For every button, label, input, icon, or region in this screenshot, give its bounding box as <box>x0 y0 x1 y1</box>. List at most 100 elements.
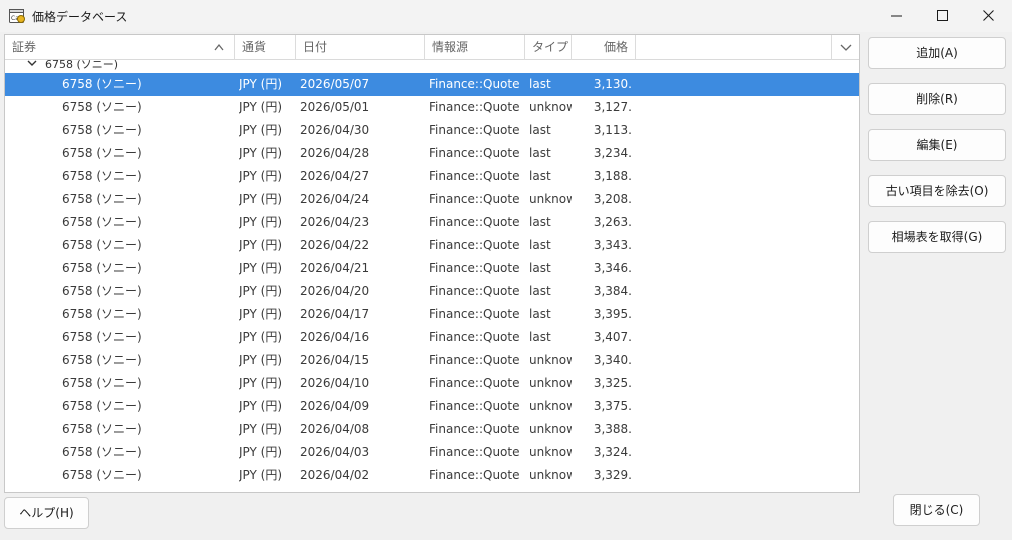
cell-source: Finance::Quote <box>429 261 520 275</box>
cell-currency: JPY (円) <box>239 468 283 482</box>
price-database-app-icon: Ca <box>9 8 25 24</box>
maximize-button[interactable] <box>920 0 966 32</box>
column-header-source[interactable]: 情報源 <box>425 35 525 60</box>
sort-ascending-icon[interactable] <box>214 43 224 51</box>
cell-security: 6758 (ソニー) <box>62 330 142 344</box>
close-window-button[interactable] <box>966 0 1012 32</box>
cell-source: Finance::Quote <box>429 123 520 137</box>
cell-source: Finance::Quote <box>429 468 520 482</box>
column-header-security[interactable]: 証券 <box>5 35 235 60</box>
cell-type: last <box>529 123 551 137</box>
table-row[interactable]: 6758 (ソニー) JPY (円) 2026/04/03 Finance::Quot… <box>5 441 859 464</box>
table-header: 証券 通貨 日付 情報源 タイプ 価格 <box>5 35 859 60</box>
cell-type: unknow <box>529 353 572 367</box>
expander-chevron-down-icon[interactable] <box>27 60 37 67</box>
table-row[interactable]: 6758 (ソニー) JPY (円) 2026/04/21 Finance::Quot… <box>5 257 859 280</box>
cell-currency: JPY (円) <box>239 238 283 252</box>
cell-currency: JPY (円) <box>239 192 283 206</box>
cell-security: 6758 (ソニー) <box>62 307 142 321</box>
title-bar: Ca 価格データベース <box>0 0 1012 32</box>
table-row[interactable]: 6758 (ソニー) JPY (円) 2026/05/01 Finance::Quot… <box>5 96 859 119</box>
get-quotes-button[interactable]: 相場表を取得(G) <box>868 221 1006 253</box>
maximize-icon <box>937 10 948 21</box>
cell-security: 6758 (ソニー) <box>62 215 142 229</box>
cell-price: 3,188. <box>593 169 632 183</box>
price-table[interactable]: 証券 通貨 日付 情報源 タイプ 価格 6758 (ソニー) 6758 (ソニー… <box>4 34 860 493</box>
cell-security: 6758 (ソニー) <box>62 146 142 160</box>
minimize-button[interactable] <box>874 0 920 32</box>
cell-date: 2026/04/10 <box>300 376 370 390</box>
table-row[interactable]: 6758 (ソニー) JPY (円) 2026/04/20 Finance::Quot… <box>5 280 859 303</box>
cell-currency: JPY (円) <box>239 215 283 229</box>
cell-date: 2026/05/01 <box>300 100 370 114</box>
add-button[interactable]: 追加(A) <box>868 37 1006 69</box>
cell-date: 2026/04/08 <box>300 422 370 436</box>
cell-source: Finance::Quote <box>429 353 520 367</box>
table-row[interactable]: 6758 (ソニー) JPY (円) 2026/04/23 Finance::Quot… <box>5 211 859 234</box>
column-header-currency[interactable]: 通貨 <box>235 35 296 60</box>
cell-source: Finance::Quote <box>429 238 520 252</box>
cell-source: Finance::Quote <box>429 169 520 183</box>
table-row[interactable]: 6758 (ソニー) JPY (円) 2026/04/02 Finance::Quot… <box>5 464 859 487</box>
cell-type: last <box>529 169 551 183</box>
table-row[interactable]: 6758 (ソニー) JPY (円) 2026/04/24 Finance::Quot… <box>5 188 859 211</box>
cell-price: 3,407. <box>593 330 632 344</box>
table-row[interactable]: 6758 (ソニー) JPY (円) 2026/04/09 Finance::Quot… <box>5 395 859 418</box>
remove-old-button[interactable]: 古い項目を除去(O) <box>868 175 1006 207</box>
cell-price: 3,127. <box>593 100 632 114</box>
cell-type: unknow <box>529 100 572 114</box>
cell-security: 6758 (ソニー) <box>62 468 142 482</box>
cell-source: Finance::Quote <box>429 422 520 436</box>
cell-currency: JPY (円) <box>239 123 283 137</box>
cell-date: 2026/04/09 <box>300 399 370 413</box>
cell-currency: JPY (円) <box>239 445 283 459</box>
chevron-down-icon <box>840 44 852 51</box>
close-icon <box>983 10 994 21</box>
cell-price: 3,343. <box>593 238 632 252</box>
edit-button[interactable]: 編集(E) <box>868 129 1006 161</box>
column-header-price[interactable]: 価格 <box>572 35 636 60</box>
cell-date: 2026/04/27 <box>300 169 370 183</box>
cell-price: 3,325. <box>593 376 632 390</box>
cell-date: 2026/05/07 <box>300 77 370 91</box>
cell-source: Finance::Quote <box>429 215 520 229</box>
cell-security: 6758 (ソニー) <box>62 192 142 206</box>
table-row[interactable]: 6758 (ソニー) JPY (円) 2026/04/10 Finance::Quot… <box>5 372 859 395</box>
table-body: 6758 (ソニー) 6758 (ソニー) JPY (円) 2026/05/07 Fi… <box>5 60 859 492</box>
cell-security: 6758 (ソニー) <box>62 445 142 459</box>
cell-security: 6758 (ソニー) <box>62 238 142 252</box>
cell-price: 3,263. <box>593 215 632 229</box>
table-row[interactable]: 6758 (ソニー) JPY (円) 2026/04/17 Finance::Quot… <box>5 303 859 326</box>
cell-type: last <box>529 307 551 321</box>
remove-button[interactable]: 削除(R) <box>868 83 1006 115</box>
cell-type: unknow <box>529 445 572 459</box>
table-row[interactable]: 6758 (ソニー) JPY (円) 2026/05/07 Finance::Quot… <box>5 73 859 96</box>
cell-date: 2026/04/02 <box>300 468 370 482</box>
table-row[interactable]: 6758 (ソニー) JPY (円) 2026/04/15 Finance::Quot… <box>5 349 859 372</box>
table-row[interactable]: 6758 (ソニー) JPY (円) 2026/04/22 Finance::Quot… <box>5 234 859 257</box>
cell-price: 3,208. <box>593 192 632 206</box>
table-row[interactable]: 6758 (ソニー) JPY (円) 2026/04/27 Finance::Quot… <box>5 165 859 188</box>
cell-date: 2026/04/30 <box>300 123 370 137</box>
cell-security: 6758 (ソニー) <box>62 422 142 436</box>
cell-price: 3,113. <box>593 123 632 137</box>
table-row[interactable]: 6758 (ソニー) JPY (円) 2026/04/28 Finance::Quot… <box>5 142 859 165</box>
table-row[interactable]: 6758 (ソニー) JPY (円) 2026/04/30 Finance::Quot… <box>5 119 859 142</box>
cell-price: 3,324. <box>593 445 632 459</box>
table-row[interactable]: 6758 (ソニー) JPY (円) 2026/04/16 Finance::Quot… <box>5 326 859 349</box>
column-header-date[interactable]: 日付 <box>296 35 425 60</box>
cell-type: last <box>529 284 551 298</box>
table-row[interactable]: 6758 (ソニー) JPY (円) 2026/04/08 Finance::Quot… <box>5 418 859 441</box>
cell-type: unknow <box>529 399 572 413</box>
help-button[interactable]: ヘルプ(H) <box>4 497 89 529</box>
cell-currency: JPY (円) <box>239 284 283 298</box>
close-button[interactable]: 閉じる(C) <box>893 494 980 526</box>
column-chooser-button[interactable] <box>831 35 859 60</box>
cell-price: 3,395. <box>593 307 632 321</box>
tree-group-row[interactable]: 6758 (ソニー) <box>5 60 859 72</box>
cell-currency: JPY (円) <box>239 261 283 275</box>
cell-currency: JPY (円) <box>239 422 283 436</box>
cell-type: last <box>529 77 551 91</box>
column-header-type[interactable]: タイプ <box>525 35 572 60</box>
cell-price: 3,234. <box>593 146 632 160</box>
